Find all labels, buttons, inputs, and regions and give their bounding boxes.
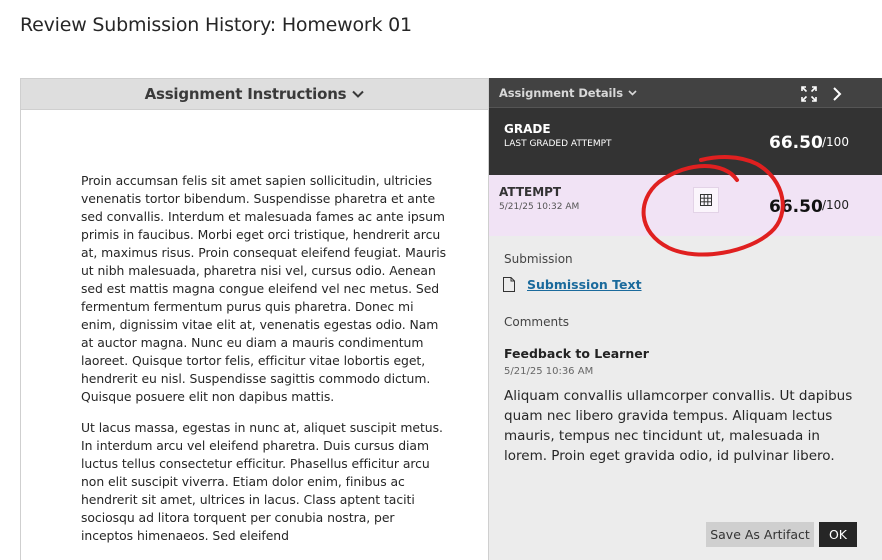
- feedback-title: Feedback to Learner: [504, 346, 649, 361]
- submission-link-text[interactable]: Submission Text: [527, 277, 642, 292]
- attempt-value: 66.50: [769, 197, 823, 217]
- grade-summary: GRADE LAST GRADED ATTEMPT 66.50 /100: [489, 107, 882, 175]
- chevron-down-icon[interactable]: [628, 89, 637, 96]
- attempt-out-of: /100: [822, 198, 849, 212]
- attempt-date: 5/21/25 10:32 AM: [499, 202, 580, 212]
- feedback-text: Aliquam convallis ullamcorper convallis.…: [504, 388, 853, 464]
- grade-value: 66.50: [769, 133, 823, 153]
- assignment-details-panel: Assignment Details GRADE LAST GRADED ATT…: [489, 78, 882, 560]
- expand-icon[interactable]: [801, 86, 817, 102]
- assignment-instructions-panel: Assignment Instructions Proin accumsan f…: [20, 78, 489, 560]
- attempt-row[interactable]: ATTEMPT 5/21/25 10:32 AM 66.50 /100: [489, 175, 882, 236]
- grade-label: GRADE: [504, 122, 551, 136]
- document-icon: [503, 277, 515, 292]
- rubric-button[interactable]: [693, 187, 719, 213]
- ok-button[interactable]: OK: [819, 522, 857, 547]
- chevron-right-icon[interactable]: [831, 86, 843, 102]
- instructions-paragraph: Proin accumsan felis sit amet sapien sol…: [81, 173, 447, 404]
- chevron-down-icon: [352, 88, 365, 100]
- assignment-details-label[interactable]: Assignment Details: [499, 86, 623, 100]
- assignment-details-header: Assignment Details: [489, 78, 882, 107]
- submission-text-link[interactable]: Submission Text: [503, 277, 642, 292]
- instructions-body: Proin accumsan felis sit amet sapien sol…: [21, 110, 488, 545]
- comments-label: Comments: [504, 315, 570, 329]
- attempt-label: ATTEMPT: [499, 185, 562, 199]
- grade-sublabel: LAST GRADED ATTEMPT: [504, 139, 612, 149]
- page-title: Review Submission History: Homework 01: [20, 14, 412, 36]
- assignment-instructions-label: Assignment Instructions: [144, 85, 347, 103]
- save-as-artifact-button[interactable]: Save As Artifact: [706, 522, 814, 547]
- grid-icon: [700, 194, 712, 206]
- submission-label: Submission: [504, 252, 573, 266]
- assignment-instructions-toggle[interactable]: Assignment Instructions: [21, 79, 488, 110]
- grade-out-of: /100: [822, 135, 849, 149]
- instructions-paragraph: Ut lacus massa, egestas in nunc at, aliq…: [81, 420, 443, 543]
- feedback-date: 5/21/25 10:36 AM: [504, 366, 594, 377]
